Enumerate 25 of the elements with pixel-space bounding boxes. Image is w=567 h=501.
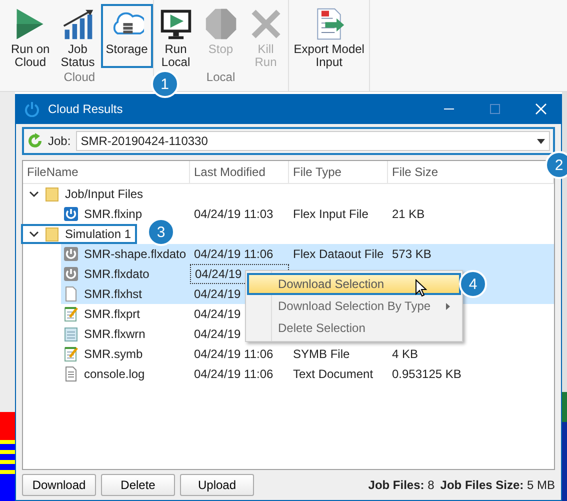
callout-badge: 3: [147, 218, 175, 246]
table-cell: 04/24/19: [194, 307, 241, 321]
window-title: Cloud Results: [48, 102, 124, 116]
table-cell: SYMB File: [293, 347, 350, 361]
table-cell: 4 KB: [392, 347, 418, 361]
table-cell: Flex Dataout File: [293, 247, 384, 261]
status-text: Job Files: 8: [368, 478, 434, 492]
table-cell: 0.953125 KB: [392, 367, 462, 381]
table-cell: 04/24/19 11:03: [194, 207, 274, 221]
table-cell: 04/24/19: [194, 327, 241, 341]
group-label: Local: [206, 70, 236, 84]
status-text: Job Files Size: 5 MB: [440, 478, 555, 492]
table-cell: Text Document: [293, 367, 374, 381]
table-cell: Flex Input File: [293, 207, 368, 221]
table-cell: 04/24/19 11:06: [194, 367, 274, 381]
group-label: Cloud: [64, 70, 96, 84]
job-value: SMR-20190424-110330: [80, 134, 208, 148]
job-label: Job:: [48, 134, 71, 148]
table-cell: 21 KB: [392, 207, 425, 221]
table-cell: 04/24/19 11:06: [194, 247, 274, 261]
table-cell: 04/24/19: [195, 267, 242, 281]
table-cell: 573 KB: [392, 247, 432, 261]
table-cell: 04/24/19 11:06: [194, 347, 274, 361]
callout-badge: 1: [150, 70, 179, 98]
table-cell: 04/24/19: [194, 287, 241, 301]
